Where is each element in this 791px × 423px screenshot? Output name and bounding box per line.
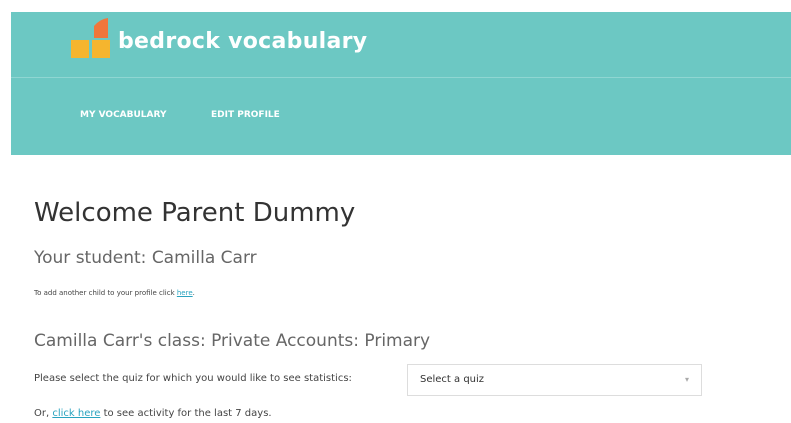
page: bedrock vocabulary MY VOCABULARY EDIT PR… xyxy=(0,0,791,423)
activity-prefix: Or, xyxy=(34,408,53,419)
class-heading: Camilla Carr's class: Private Accounts: … xyxy=(34,331,431,351)
add-child-note: To add another child to your profile cli… xyxy=(34,289,195,297)
quiz-prompt: Please select the quiz for which you wou… xyxy=(34,373,352,384)
nav-edit-profile[interactable]: EDIT PROFILE xyxy=(211,110,280,120)
student-heading: Your student: Camilla Carr xyxy=(34,248,257,268)
main-nav: MY VOCABULARY EDIT PROFILE xyxy=(11,78,791,155)
chevron-down-icon: ▾ xyxy=(684,375,689,384)
activity-link[interactable]: click here xyxy=(52,408,100,419)
site-header: bedrock vocabulary MY VOCABULARY EDIT PR… xyxy=(11,12,791,155)
activity-line: Or, click here to see activity for the l… xyxy=(34,408,272,419)
add-child-text: To add another child to your profile cli… xyxy=(34,289,177,297)
quiz-select[interactable]: Select a quiz ▾ xyxy=(407,364,702,396)
quiz-select-value: Select a quiz xyxy=(420,374,485,385)
brand-name[interactable]: bedrock vocabulary xyxy=(118,29,367,54)
add-child-suffix: . xyxy=(192,289,195,297)
bedrock-logo-icon xyxy=(71,18,110,58)
nav-my-vocabulary[interactable]: MY VOCABULARY xyxy=(80,110,166,120)
add-child-link[interactable]: here xyxy=(177,289,193,297)
activity-suffix: to see activity for the last 7 days. xyxy=(100,408,272,419)
brand-bar: bedrock vocabulary xyxy=(11,12,791,77)
page-title: Welcome Parent Dummy xyxy=(34,198,356,228)
